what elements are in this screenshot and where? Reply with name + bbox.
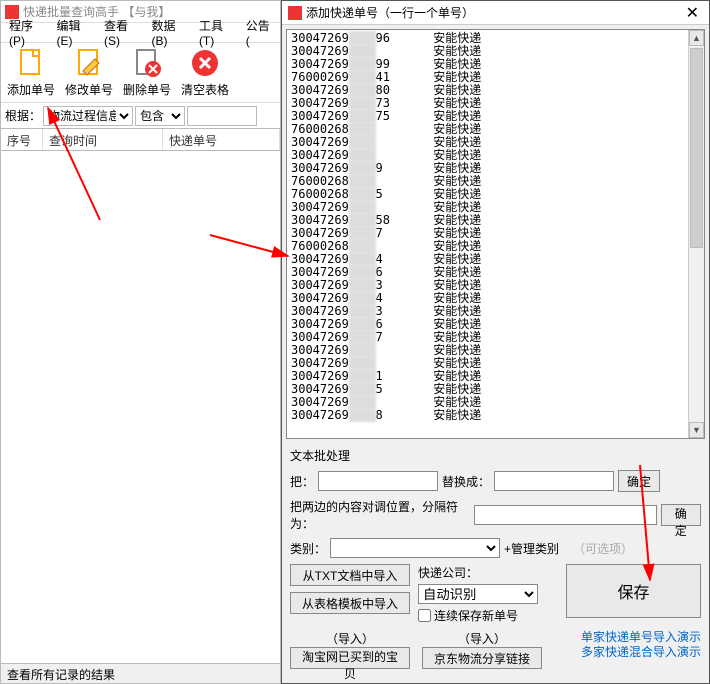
jd-import-label: （导入） <box>458 630 506 647</box>
main-window: 快递批量查询高手 【与我】 程序(P) 编辑(E) 查看(S) 数据(B) 工具… <box>0 0 281 684</box>
menu-tools[interactable]: 工具(T) <box>195 17 240 48</box>
replace-ok-button[interactable]: 确定 <box>618 470 660 492</box>
replace-to-input[interactable] <box>494 471 614 491</box>
dialog-title: 添加快递单号（一行一个单号） <box>306 4 474 21</box>
filter-root-label: 根据： <box>5 107 41 124</box>
demo-links: 单家快递单号导入演示 多家快递混合导入演示 <box>581 630 701 660</box>
menu-view[interactable]: 查看(S) <box>100 17 145 48</box>
status-bar: 查看所有记录的结果 <box>1 663 280 683</box>
list-header: 序号 查询时间 快递单号 <box>1 129 280 151</box>
menu-data[interactable]: 数据(B) <box>147 17 192 48</box>
keep-new-checkbox[interactable]: 连续保存新单号 <box>418 607 538 624</box>
menu-edit[interactable]: 编辑(E) <box>52 17 97 48</box>
delete-button[interactable]: 删除单号 <box>123 47 171 98</box>
menu-notice[interactable]: 公告( <box>242 17 276 48</box>
edit-button[interactable]: 修改单号 <box>65 47 113 98</box>
swap-label: 把两边的内容对调位置，分隔符为： <box>290 498 470 532</box>
list-body <box>1 151 280 663</box>
taobao-import-button[interactable]: 淘宝网已买到的宝贝 <box>290 647 410 669</box>
toolbar: 添加单号 修改单号 删除单号 清空表格 <box>1 43 280 103</box>
textarea-content[interactable]: 30047269000096 安能快递 300472690000 安能快递 30… <box>287 30 688 438</box>
courier-label: 快递公司： <box>418 564 538 581</box>
optional-label: （可选项） <box>573 540 633 557</box>
add-button[interactable]: 添加单号 <box>7 47 55 98</box>
single-courier-demo-link[interactable]: 单家快递单号导入演示 <box>581 630 701 645</box>
scrollbar[interactable]: ▲ ▼ <box>688 30 704 438</box>
dialog-icon <box>288 6 302 20</box>
courier-select[interactable]: 自动识别 <box>418 584 538 604</box>
multi-courier-demo-link[interactable]: 多家快递混合导入演示 <box>581 645 701 660</box>
taobao-import-label: （导入） <box>326 630 374 647</box>
import-template-button[interactable]: 从表格模板中导入 <box>290 592 410 614</box>
dialog-titlebar: 添加快递单号（一行一个单号） ✕ <box>282 1 709 25</box>
save-button[interactable]: 保存 <box>566 564 701 618</box>
filter-input[interactable] <box>187 106 257 126</box>
manage-category-link[interactable]: +管理类别 <box>504 540 559 557</box>
import-txt-button[interactable]: 从TXT文档中导入 <box>290 564 410 586</box>
clear-icon <box>189 47 221 79</box>
jd-import-button[interactable]: 京东物流分享链接 <box>422 647 542 669</box>
swap-ok-button[interactable]: 确定 <box>661 504 701 526</box>
close-icon[interactable]: ✕ <box>682 3 703 23</box>
filter-op-select[interactable]: 包含 <box>135 106 185 126</box>
replace-from-label: 把： <box>290 473 314 490</box>
scroll-thumb[interactable] <box>690 48 703 248</box>
category-label: 类别： <box>290 540 326 557</box>
batch-title: 文本批处理 <box>290 447 701 464</box>
scroll-down-icon[interactable]: ▼ <box>689 422 704 438</box>
filter-bar: 根据： 物流过程信息 包含 <box>1 103 280 129</box>
col-time[interactable]: 查询时间 <box>43 129 163 150</box>
scroll-up-icon[interactable]: ▲ <box>689 30 704 46</box>
bottom-panel: 文本批处理 把： 替换成： 确定 把两边的内容对调位置，分隔符为： 确定 类别：… <box>282 443 709 683</box>
menubar[interactable]: 程序(P) 编辑(E) 查看(S) 数据(B) 工具(T) 公告( <box>1 23 280 43</box>
clear-button[interactable]: 清空表格 <box>181 47 229 98</box>
edit-document-icon <box>73 47 105 79</box>
col-tracking[interactable]: 快递单号 <box>163 129 280 150</box>
add-tracking-dialog: 添加快递单号（一行一个单号） ✕ 30047269000096 安能快递 300… <box>281 0 710 684</box>
menu-program[interactable]: 程序(P) <box>5 17 50 48</box>
filter-field-select[interactable]: 物流过程信息 <box>43 106 133 126</box>
delete-document-icon <box>131 47 163 79</box>
tracking-textarea[interactable]: 30047269000096 安能快递 300472690000 安能快递 30… <box>286 29 705 439</box>
col-seq[interactable]: 序号 <box>1 129 43 150</box>
add-document-icon <box>15 47 47 79</box>
swap-sep-input[interactable] <box>474 505 657 525</box>
replace-from-input[interactable] <box>318 471 438 491</box>
replace-to-label: 替换成： <box>442 473 490 490</box>
category-select[interactable] <box>330 538 500 558</box>
